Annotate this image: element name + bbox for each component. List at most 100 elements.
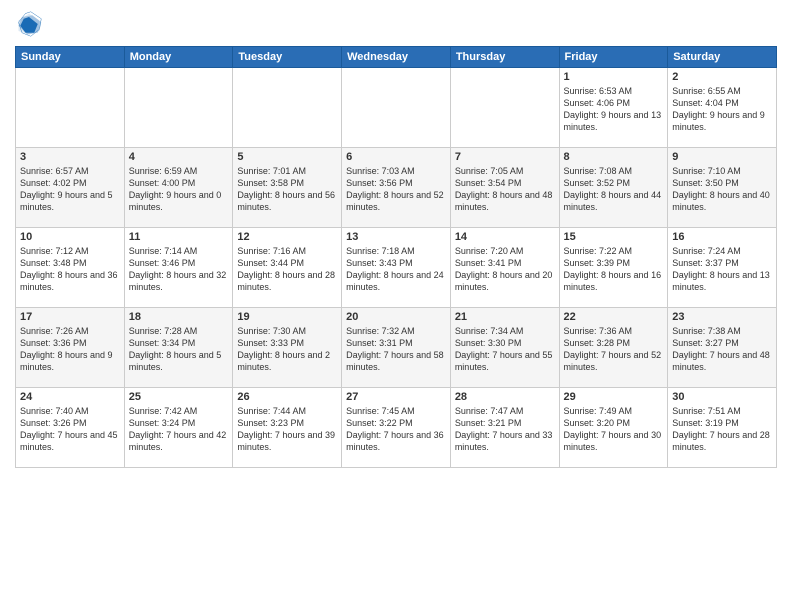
day-info: Sunrise: 7:18 AM Sunset: 3:43 PM Dayligh… <box>346 245 446 294</box>
calendar-cell: 2 Sunrise: 6:55 AM Sunset: 4:04 PM Daylig… <box>668 68 777 148</box>
day-number: 2 <box>672 71 772 83</box>
calendar-cell: 20Sunrise: 7:32 AM Sunset: 3:31 PM Dayli… <box>342 308 451 388</box>
calendar-cell: 18Sunrise: 7:28 AM Sunset: 3:34 PM Dayli… <box>124 308 233 388</box>
calendar-week-2: 3 Sunrise: 6:57 AM Sunset: 4:02 PM Daylig… <box>16 148 777 228</box>
calendar-table: SundayMondayTuesdayWednesdayThursdayFrid… <box>15 46 777 468</box>
day-info: Sunrise: 7:49 AM Sunset: 3:20 PM Dayligh… <box>564 405 664 454</box>
day-number: 28 <box>455 391 555 403</box>
day-number: 8 <box>564 151 664 163</box>
day-number: 1 <box>564 71 664 83</box>
calendar-cell: 15 Sunrise: 7:22 AM Sunset: 3:39 PM Dayli… <box>559 228 668 308</box>
calendar-week-4: 17Sunrise: 7:26 AM Sunset: 3:36 PM Dayli… <box>16 308 777 388</box>
day-number: 6 <box>346 151 446 163</box>
day-number: 15 <box>564 231 664 243</box>
day-number: 24 <box>20 391 120 403</box>
day-info: Sunrise: 6:55 AM Sunset: 4:04 PM Dayligh… <box>672 85 772 134</box>
day-info: Sunrise: 7:12 AM Sunset: 3:48 PM Dayligh… <box>20 245 120 294</box>
day-number: 11 <box>129 231 229 243</box>
day-number: 3 <box>20 151 120 163</box>
day-number: 22 <box>564 311 664 323</box>
day-number: 9 <box>672 151 772 163</box>
day-number: 21 <box>455 311 555 323</box>
weekday-header-saturday: Saturday <box>668 47 777 68</box>
day-info: Sunrise: 6:59 AM Sunset: 4:00 PM Dayligh… <box>129 165 229 214</box>
calendar-cell: 14 Sunrise: 7:20 AM Sunset: 3:41 PM Dayli… <box>450 228 559 308</box>
calendar-cell: 19 Sunrise: 7:30 AM Sunset: 3:33 PM Dayli… <box>233 308 342 388</box>
calendar-cell: 17Sunrise: 7:26 AM Sunset: 3:36 PM Dayli… <box>16 308 125 388</box>
calendar-cell <box>124 68 233 148</box>
calendar-cell <box>16 68 125 148</box>
day-info: Sunrise: 7:08 AM Sunset: 3:52 PM Dayligh… <box>564 165 664 214</box>
day-number: 25 <box>129 391 229 403</box>
day-info: Sunrise: 7:05 AM Sunset: 3:54 PM Dayligh… <box>455 165 555 214</box>
weekday-header-friday: Friday <box>559 47 668 68</box>
day-number: 14 <box>455 231 555 243</box>
day-number: 12 <box>237 231 337 243</box>
day-info: Sunrise: 7:24 AM Sunset: 3:37 PM Dayligh… <box>672 245 772 294</box>
day-number: 20 <box>346 311 446 323</box>
day-info: Sunrise: 7:47 AM Sunset: 3:21 PM Dayligh… <box>455 405 555 454</box>
day-info: Sunrise: 7:40 AM Sunset: 3:26 PM Dayligh… <box>20 405 120 454</box>
day-info: Sunrise: 7:44 AM Sunset: 3:23 PM Dayligh… <box>237 405 337 454</box>
day-info: Sunrise: 7:20 AM Sunset: 3:41 PM Dayligh… <box>455 245 555 294</box>
calendar-cell: 13Sunrise: 7:18 AM Sunset: 3:43 PM Dayli… <box>342 228 451 308</box>
day-number: 4 <box>129 151 229 163</box>
calendar-cell: 21 Sunrise: 7:34 AM Sunset: 3:30 PM Dayli… <box>450 308 559 388</box>
calendar-cell: 6 Sunrise: 7:03 AM Sunset: 3:56 PM Daylig… <box>342 148 451 228</box>
calendar-week-5: 24 Sunrise: 7:40 AM Sunset: 3:26 PM Dayli… <box>16 388 777 468</box>
calendar-cell: 8 Sunrise: 7:08 AM Sunset: 3:52 PM Daylig… <box>559 148 668 228</box>
calendar-cell: 7Sunrise: 7:05 AM Sunset: 3:54 PM Daylig… <box>450 148 559 228</box>
calendar-cell <box>342 68 451 148</box>
calendar-cell: 29 Sunrise: 7:49 AM Sunset: 3:20 PM Dayli… <box>559 388 668 468</box>
calendar-cell: 25 Sunrise: 7:42 AM Sunset: 3:24 PM Dayli… <box>124 388 233 468</box>
day-number: 17 <box>20 311 120 323</box>
calendar-cell: 22Sunrise: 7:36 AM Sunset: 3:28 PM Dayli… <box>559 308 668 388</box>
calendar-cell: 3 Sunrise: 6:57 AM Sunset: 4:02 PM Daylig… <box>16 148 125 228</box>
calendar-cell: 12 Sunrise: 7:16 AM Sunset: 3:44 PM Dayli… <box>233 228 342 308</box>
calendar-cell: 26 Sunrise: 7:44 AM Sunset: 3:23 PM Dayli… <box>233 388 342 468</box>
logo <box>15 10 47 38</box>
day-info: Sunrise: 7:14 AM Sunset: 3:46 PM Dayligh… <box>129 245 229 294</box>
calendar-cell: 27 Sunrise: 7:45 AM Sunset: 3:22 PM Dayli… <box>342 388 451 468</box>
calendar-cell: 9 Sunrise: 7:10 AM Sunset: 3:50 PM Daylig… <box>668 148 777 228</box>
calendar-cell <box>450 68 559 148</box>
weekday-header-wednesday: Wednesday <box>342 47 451 68</box>
day-number: 29 <box>564 391 664 403</box>
day-number: 26 <box>237 391 337 403</box>
weekday-header-thursday: Thursday <box>450 47 559 68</box>
day-info: Sunrise: 7:30 AM Sunset: 3:33 PM Dayligh… <box>237 325 337 374</box>
day-number: 10 <box>20 231 120 243</box>
page: SundayMondayTuesdayWednesdayThursdayFrid… <box>0 0 792 612</box>
day-info: Sunrise: 7:34 AM Sunset: 3:30 PM Dayligh… <box>455 325 555 374</box>
day-info: Sunrise: 7:51 AM Sunset: 3:19 PM Dayligh… <box>672 405 772 454</box>
calendar-cell: 11 Sunrise: 7:14 AM Sunset: 3:46 PM Dayli… <box>124 228 233 308</box>
header <box>15 10 777 38</box>
logo-icon <box>15 10 43 38</box>
day-number: 5 <box>237 151 337 163</box>
calendar-cell: 5 Sunrise: 7:01 AM Sunset: 3:58 PM Daylig… <box>233 148 342 228</box>
day-number: 19 <box>237 311 337 323</box>
day-number: 16 <box>672 231 772 243</box>
calendar-cell: 10 Sunrise: 7:12 AM Sunset: 3:48 PM Dayli… <box>16 228 125 308</box>
calendar-cell <box>233 68 342 148</box>
calendar-cell: 1Sunrise: 6:53 AM Sunset: 4:06 PM Daylig… <box>559 68 668 148</box>
weekday-header-sunday: Sunday <box>16 47 125 68</box>
day-info: Sunrise: 7:03 AM Sunset: 3:56 PM Dayligh… <box>346 165 446 214</box>
day-info: Sunrise: 7:10 AM Sunset: 3:50 PM Dayligh… <box>672 165 772 214</box>
calendar-week-1: 1Sunrise: 6:53 AM Sunset: 4:06 PM Daylig… <box>16 68 777 148</box>
day-info: Sunrise: 7:45 AM Sunset: 3:22 PM Dayligh… <box>346 405 446 454</box>
day-info: Sunrise: 6:57 AM Sunset: 4:02 PM Dayligh… <box>20 165 120 214</box>
day-info: Sunrise: 7:22 AM Sunset: 3:39 PM Dayligh… <box>564 245 664 294</box>
calendar-cell: 30Sunrise: 7:51 AM Sunset: 3:19 PM Dayli… <box>668 388 777 468</box>
weekday-header-row: SundayMondayTuesdayWednesdayThursdayFrid… <box>16 47 777 68</box>
calendar-cell: 28 Sunrise: 7:47 AM Sunset: 3:21 PM Dayli… <box>450 388 559 468</box>
weekday-header-monday: Monday <box>124 47 233 68</box>
weekday-header-tuesday: Tuesday <box>233 47 342 68</box>
day-info: Sunrise: 7:01 AM Sunset: 3:58 PM Dayligh… <box>237 165 337 214</box>
day-info: Sunrise: 7:16 AM Sunset: 3:44 PM Dayligh… <box>237 245 337 294</box>
day-number: 23 <box>672 311 772 323</box>
day-info: Sunrise: 7:42 AM Sunset: 3:24 PM Dayligh… <box>129 405 229 454</box>
calendar-cell: 16 Sunrise: 7:24 AM Sunset: 3:37 PM Dayli… <box>668 228 777 308</box>
calendar-cell: 23Sunrise: 7:38 AM Sunset: 3:27 PM Dayli… <box>668 308 777 388</box>
day-number: 27 <box>346 391 446 403</box>
